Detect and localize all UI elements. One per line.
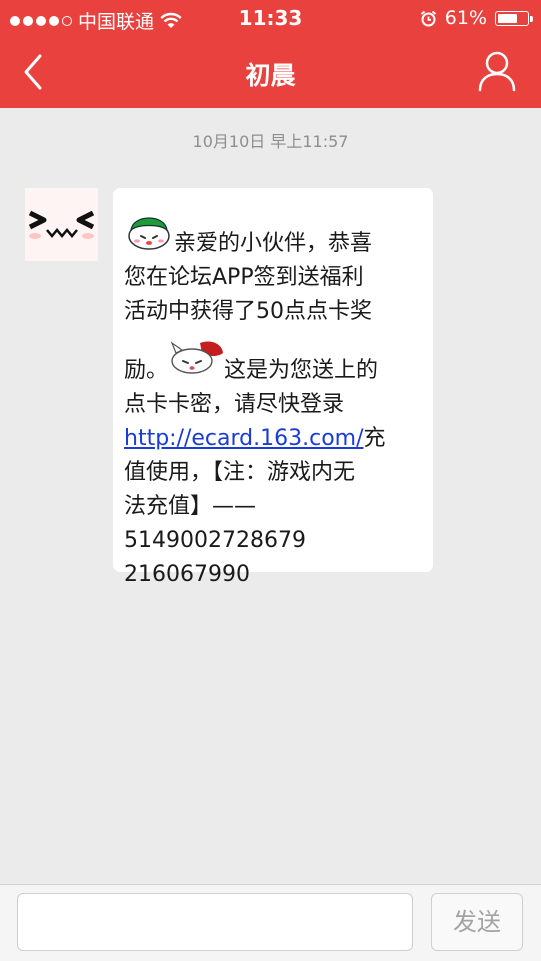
- message-line: 点卡卡密，请尽快登录: [124, 392, 345, 417]
- message-line: 5149002728679: [124, 528, 306, 553]
- message-line: 您在论坛APP签到送福利: [124, 265, 364, 290]
- alarm-icon: [420, 10, 436, 26]
- ecard-link[interactable]: http://ecard.163.com/: [124, 426, 364, 451]
- header-bar: 中国联通 11:33 61% 初晨: [0, 0, 541, 108]
- squint-face-avatar-icon: [28, 210, 95, 239]
- status-bar: 中国联通 11:33 61%: [0, 0, 541, 36]
- sender-avatar[interactable]: [25, 188, 98, 261]
- message-bubble[interactable]: 亲爱的小伙伴，恭喜 您在论坛APP签到送福利 活动中获得了50点点卡奖 励。 这…: [113, 188, 433, 587]
- message-line: 法充值】——: [124, 494, 257, 519]
- message-line: 活动中获得了50点点卡奖: [124, 299, 372, 324]
- battery-icon: [495, 10, 533, 26]
- message-text: 充: [363, 426, 386, 451]
- message-line: 值使用，【注：游戏内无: [124, 460, 356, 485]
- message-text: 这是为您送上的: [224, 358, 379, 383]
- message-text: 励。: [124, 358, 169, 383]
- battery-percent: 61%: [444, 7, 487, 29]
- nav-bar: 初晨: [0, 36, 541, 108]
- chat-title: 初晨: [245, 61, 296, 90]
- send-button[interactable]: 发送: [431, 893, 523, 951]
- rabbit-emoji-icon: [168, 339, 224, 388]
- message-timestamp: 10月10日 早上11:57: [192, 132, 349, 151]
- dumpling-emoji-icon: [124, 210, 174, 261]
- user-profile-icon[interactable]: [477, 50, 517, 92]
- message-line: 216067990: [124, 562, 250, 587]
- message-line: 励。 这是为您送上的: [124, 339, 423, 388]
- message-line: 亲爱的小伙伴，恭喜: [124, 210, 423, 261]
- message-line: http://ecard.163.com/充: [124, 422, 423, 456]
- message-text: 亲爱的小伙伴，恭喜: [174, 231, 373, 256]
- status-right: 61%: [420, 7, 533, 29]
- message-input[interactable]: [17, 893, 413, 951]
- input-bar: 发送: [0, 884, 541, 961]
